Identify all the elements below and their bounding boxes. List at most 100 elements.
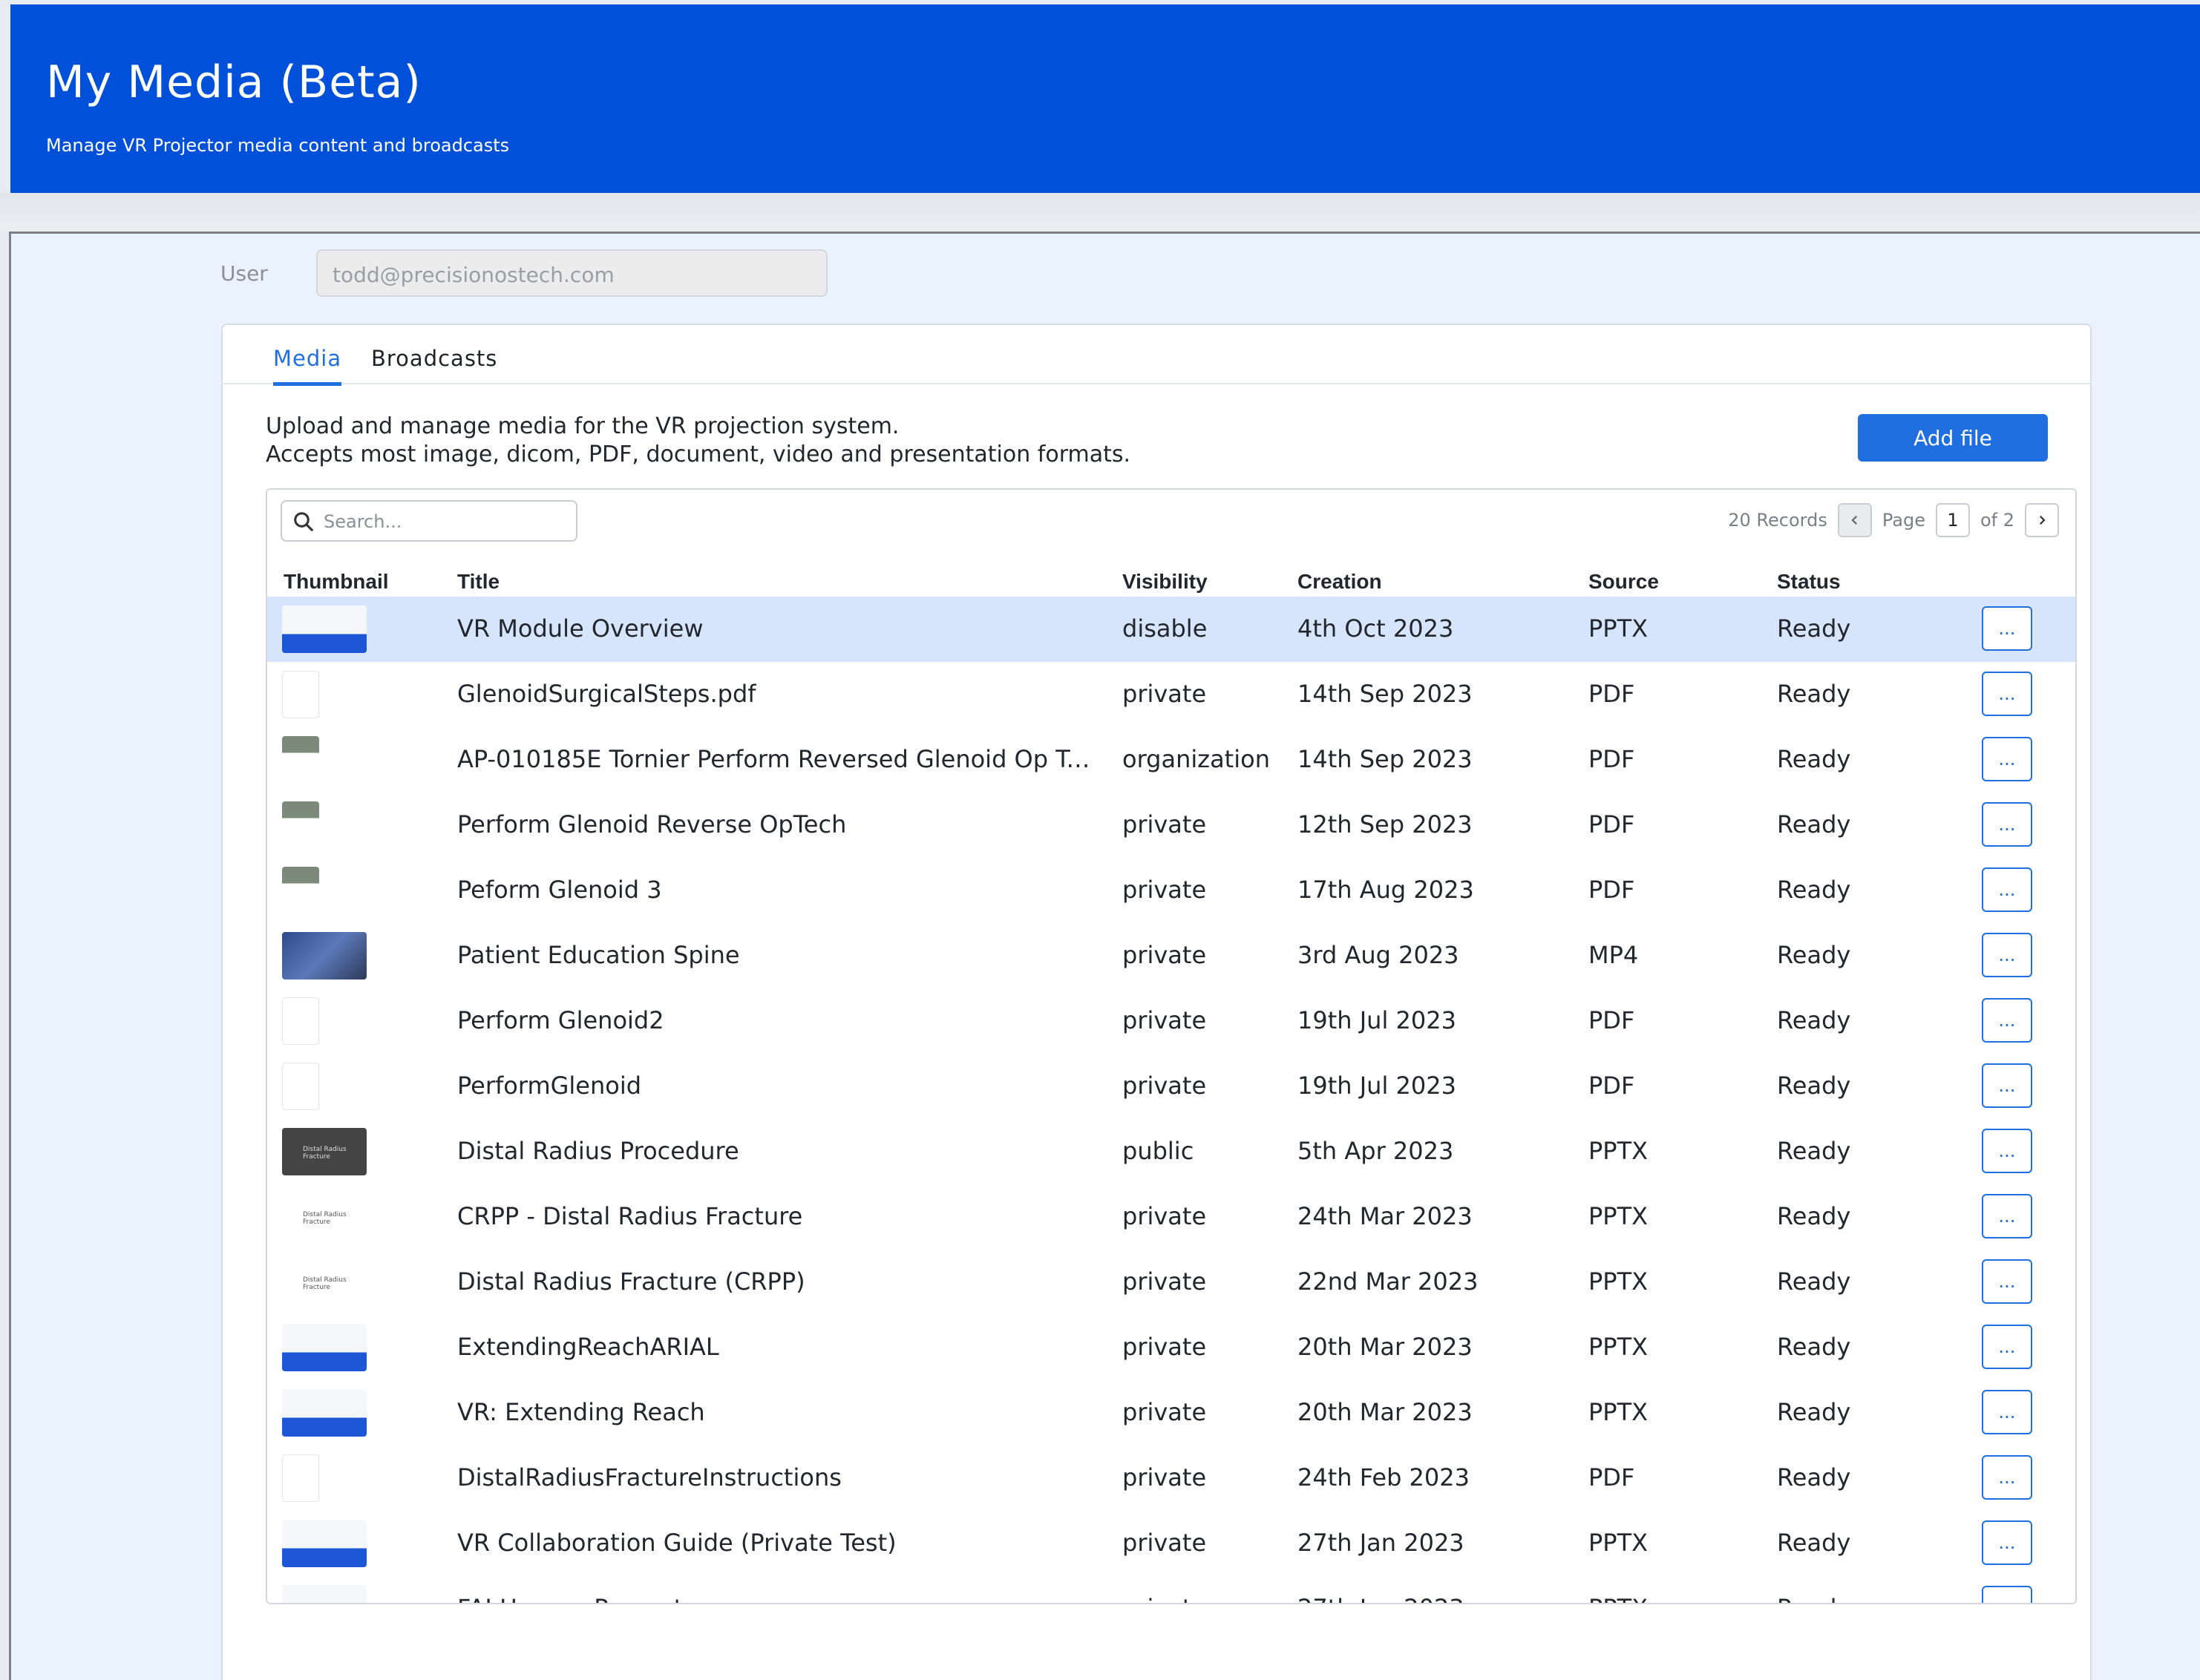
row-creation: 22nd Mar 2023 <box>1297 1267 1479 1296</box>
row-status: Ready <box>1777 1463 1851 1492</box>
row-thumbnail[interactable]: Distal Radius Fracture <box>282 1259 367 1306</box>
table-row[interactable]: GlenoidSurgicalSteps.pdf private 14th Sep … <box>267 662 2075 727</box>
table-row[interactable]: VR Collaboration Guide (Private Test) pri… <box>267 1511 2075 1576</box>
row-thumbnail[interactable] <box>282 1454 319 1502</box>
row-actions-button[interactable]: ... <box>1982 1586 2032 1603</box>
row-creation: 12th Sep 2023 <box>1297 810 1473 839</box>
row-actions-button[interactable]: ... <box>1982 1520 2032 1565</box>
row-status: Ready <box>1777 614 1851 643</box>
search-input[interactable] <box>324 509 569 534</box>
row-thumbnail[interactable] <box>282 801 319 849</box>
header-shadow <box>0 193 2200 232</box>
row-visibility: private <box>1122 1333 1207 1361</box>
row-thumbnail[interactable] <box>282 1585 367 1603</box>
row-visibility: private <box>1122 810 1207 839</box>
row-thumbnail[interactable]: Distal Radius Fracture <box>282 1128 367 1175</box>
row-thumbnail[interactable] <box>282 671 319 718</box>
row-thumbnail[interactable] <box>282 997 319 1045</box>
table-row[interactable]: Peform Glenoid 3 private 17th Aug 2023 PDF R… <box>267 858 2075 923</box>
media-description: Upload and manage media for the VR proje… <box>266 413 1130 469</box>
prev-page-button[interactable] <box>1837 503 1872 537</box>
column-header-visibility[interactable]: Visibility <box>1122 570 1208 594</box>
row-thumbnail[interactable] <box>282 1389 367 1437</box>
row-thumbnail[interactable] <box>282 736 319 784</box>
row-actions-button[interactable]: ... <box>1982 867 2032 912</box>
table-row[interactable]: Distal Radius Fracture Distal Radius Frac… <box>267 1250 2075 1315</box>
table-row[interactable]: Perform Glenoid2 private 19th Jul 2023 PDF R… <box>267 988 2075 1054</box>
add-file-button[interactable]: Add file <box>1858 414 2048 462</box>
row-visibility: private <box>1122 1072 1207 1100</box>
row-source: PDF <box>1588 680 1635 708</box>
next-page-button[interactable] <box>2025 503 2059 537</box>
column-header-creation[interactable]: Creation <box>1297 570 1382 594</box>
row-actions-button[interactable]: ... <box>1982 1194 2032 1238</box>
row-actions-button[interactable]: ... <box>1982 933 2032 977</box>
table-row[interactable]: Perform Glenoid Reverse OpTech private 12t… <box>267 793 2075 858</box>
row-creation: 24th Mar 2023 <box>1297 1202 1473 1230</box>
row-creation: 5th Apr 2023 <box>1297 1137 1454 1165</box>
row-title: PerformGlenoid <box>457 1072 642 1100</box>
row-thumbnail[interactable] <box>282 1520 367 1567</box>
table-row[interactable]: PerformGlenoid private 19th Jul 2023 PDF Rea… <box>267 1054 2075 1119</box>
row-title: DistalRadiusFractureInstructions <box>457 1463 842 1492</box>
table-row[interactable]: AP-010185E Tornier Perform Reversed Glen… <box>267 727 2075 793</box>
column-header-source[interactable]: Source <box>1588 570 1659 594</box>
page-total: of 2 <box>1980 510 2014 531</box>
row-title: VR Module Overview <box>457 614 704 643</box>
row-visibility: private <box>1122 1529 1207 1557</box>
row-creation: 24th Feb 2023 <box>1297 1463 1470 1492</box>
row-actions-button[interactable]: ... <box>1982 1129 2032 1173</box>
tab-media[interactable]: Media <box>273 346 342 386</box>
chevron-right-icon <box>2039 515 2046 525</box>
search-box[interactable] <box>281 500 577 542</box>
row-thumbnail[interactable]: Distal Radius Fracture <box>282 1193 367 1241</box>
table-row[interactable]: Distal Radius Fracture Distal Radius Proc… <box>267 1119 2075 1184</box>
user-label: User <box>220 261 268 286</box>
row-actions-button[interactable]: ... <box>1982 998 2032 1043</box>
row-creation: 19th Jul 2023 <box>1297 1006 1456 1034</box>
table-header: Thumbnail Title Visibility Creation Sour… <box>267 557 2075 597</box>
row-creation: 20th Mar 2023 <box>1297 1333 1473 1361</box>
table-row[interactable]: DistalRadiusFractureInstructions private 2… <box>267 1446 2075 1511</box>
row-actions-button[interactable]: ... <box>1982 1325 2032 1369</box>
row-thumbnail[interactable] <box>282 606 367 653</box>
row-actions-button[interactable]: ... <box>1982 1390 2032 1434</box>
column-header-status[interactable]: Status <box>1777 570 1841 594</box>
row-creation: 19th Jul 2023 <box>1297 1072 1456 1100</box>
row-actions-button[interactable]: ... <box>1982 1259 2032 1304</box>
page-number-input[interactable]: 1 <box>1935 503 1970 537</box>
column-header-thumbnail[interactable]: Thumbnail <box>284 570 389 594</box>
description-line-2: Accepts most image, dicom, PDF, document… <box>266 442 1131 467</box>
user-email-field[interactable]: todd@precisionostech.com <box>316 249 828 297</box>
row-thumbnail[interactable] <box>282 867 319 914</box>
row-actions-button[interactable]: ... <box>1982 802 2032 847</box>
row-thumbnail[interactable] <box>282 932 367 980</box>
table-row[interactable]: Distal Radius Fracture CRPP - Distal Radi… <box>267 1184 2075 1250</box>
row-title: FAI Hanger Present... <box>457 1594 706 1603</box>
row-actions-button[interactable]: ... <box>1982 1455 2032 1500</box>
row-visibility: private <box>1122 1267 1207 1296</box>
table-row[interactable]: VR Module Overview disable 4th Oct 2023 PPT… <box>267 597 2075 662</box>
row-status: Ready <box>1777 1137 1851 1165</box>
row-thumbnail[interactable] <box>282 1063 319 1110</box>
table-row[interactable]: ExtendingReachARIAL private 20th Mar 2023 P… <box>267 1315 2075 1380</box>
description-line-1: Upload and manage media for the VR proje… <box>266 413 900 439</box>
table-row[interactable]: Patient Education Spine private 3rd Aug 20… <box>267 923 2075 988</box>
row-actions-button[interactable]: ... <box>1982 672 2032 716</box>
table-row[interactable]: VR: Extending Reach private 20th Mar 2023 P… <box>267 1380 2075 1446</box>
row-visibility: organization <box>1122 745 1270 773</box>
page-title: My Media (Beta) <box>46 56 422 108</box>
column-header-title[interactable]: Title <box>457 570 500 594</box>
thumbnail-caption: Distal Radius Fracture <box>303 1146 347 1161</box>
row-creation: 14th Sep 2023 <box>1297 745 1473 773</box>
table-row[interactable]: FAI Hanger Present... private 27th Jan 202… <box>267 1576 2075 1603</box>
tab-broadcasts[interactable]: Broadcasts <box>371 346 497 371</box>
row-actions-button[interactable]: ... <box>1982 1063 2032 1108</box>
row-source: PPTX <box>1588 614 1649 643</box>
row-actions-button[interactable]: ... <box>1982 606 2032 651</box>
row-title: Perform Glenoid2 <box>457 1006 664 1034</box>
row-visibility: public <box>1122 1137 1194 1165</box>
row-actions-button[interactable]: ... <box>1982 737 2032 781</box>
row-visibility: private <box>1122 680 1207 708</box>
row-thumbnail[interactable] <box>282 1324 367 1371</box>
